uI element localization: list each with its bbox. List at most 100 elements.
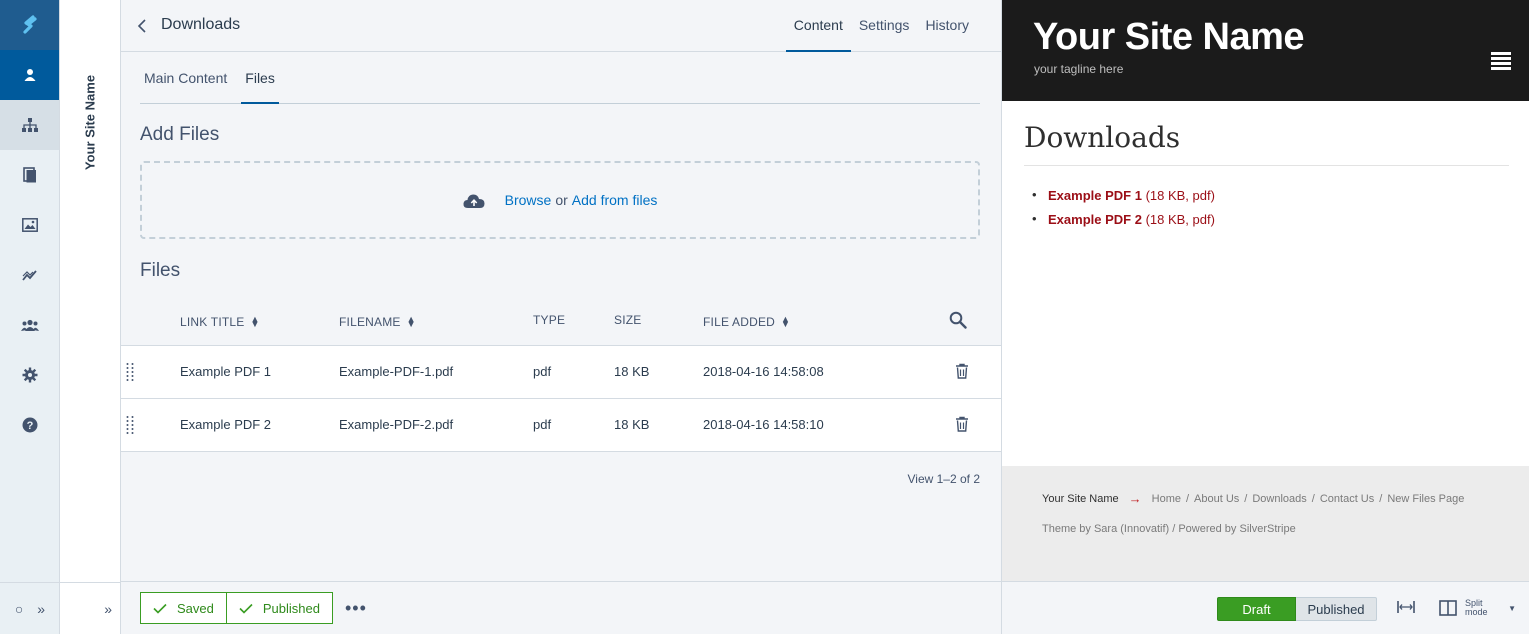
- page-title: Downloads: [161, 16, 241, 33]
- tab-settings[interactable]: Settings: [851, 0, 918, 52]
- download-meta: (18 KB, pdf): [1145, 188, 1215, 203]
- menu-help[interactable]: ?: [0, 400, 59, 450]
- site-name-vertical[interactable]: Your Site Name: [80, 70, 100, 180]
- cell-filename: Example-PDF-1.pdf: [339, 364, 454, 379]
- security-icon: [20, 319, 39, 331]
- add-files-heading: Add Files: [140, 124, 220, 145]
- saved-label: Saved: [177, 600, 214, 616]
- cell-size: 18 KB: [614, 417, 650, 432]
- site-tree-icon: [21, 118, 38, 132]
- saved-button[interactable]: Saved: [140, 592, 227, 624]
- editor-tabs: Content Settings History: [785, 0, 977, 52]
- table-header: LINK TITLE ▲ ▼ FILENAME ▲ ▼ TYPE SIZE FILE…: [121, 294, 1001, 346]
- hamburger-menu-icon[interactable]: [1491, 52, 1511, 72]
- footer-link-home[interactable]: Home: [1152, 493, 1181, 505]
- footer-link-about[interactable]: About Us: [1194, 493, 1239, 505]
- split-mode-button[interactable]: Split mode: [1439, 599, 1488, 617]
- sort-icon: ▲ ▼: [250, 314, 260, 329]
- list-item[interactable]: Example PDF 1 (18 KB, pdf): [1032, 187, 1215, 203]
- editor-actions: Saved Published •••: [121, 581, 1001, 634]
- footer-site-name[interactable]: Your Site Name: [1042, 493, 1119, 505]
- cell-size: 18 KB: [614, 364, 650, 379]
- col-link-title-label: LINK TITLE: [180, 315, 245, 329]
- split-view-icon: [1439, 600, 1457, 616]
- menu-pages[interactable]: [0, 50, 59, 100]
- published-mode-button[interactable]: Published: [1296, 597, 1377, 621]
- back-button[interactable]: [137, 16, 151, 36]
- chevron-down-icon[interactable]: ▼: [1508, 604, 1516, 613]
- col-file-added[interactable]: FILE ADDED ▲ ▼: [703, 315, 790, 330]
- preview-download-list: Example PDF 1 (18 KB, pdf) Example PDF 2…: [1032, 187, 1215, 236]
- or-text: or: [555, 192, 568, 208]
- files-heading: Files: [140, 260, 181, 281]
- settings-icon: [22, 367, 37, 383]
- cloud-upload-icon: [463, 194, 485, 208]
- chevron-left-icon: [137, 19, 146, 33]
- menu-files[interactable]: [0, 150, 59, 200]
- pagination-summary: View 1–2 of 2: [907, 472, 981, 486]
- preview-size-icon[interactable]: [1397, 600, 1415, 614]
- subtab-main-content[interactable]: Main Content: [140, 52, 231, 104]
- file-dropzone[interactable]: Browse or Add from files: [140, 161, 980, 239]
- table-row[interactable]: Example PDF 2 Example-PDF-2.pdf pdf 18 K…: [121, 399, 1001, 452]
- split-label-2: mode: [1465, 607, 1488, 617]
- tab-history[interactable]: History: [917, 0, 977, 52]
- menu-reports[interactable]: [0, 250, 59, 300]
- silverstripe-logo[interactable]: [0, 0, 59, 50]
- preview-site-header: Your Site Name your tagline here: [1002, 0, 1529, 101]
- expand-tree-button[interactable]: »: [104, 601, 112, 617]
- footer-nav: Your Site Name → Home / About Us / Downloa…: [1042, 491, 1465, 506]
- col-filename[interactable]: FILENAME ▲ ▼: [339, 314, 416, 330]
- tree-footer: »: [60, 582, 120, 634]
- menu-site-tree[interactable]: [0, 100, 59, 150]
- search-icon[interactable]: [949, 311, 967, 329]
- browse-link[interactable]: Browse: [505, 192, 552, 208]
- cms-app: ? ○ » Your Site Name » Downloads Content…: [0, 0, 1529, 634]
- preview-page-title: Downloads: [1024, 121, 1181, 154]
- cell-title: Example PDF 1: [180, 364, 272, 379]
- content-subtabs: Main Content Files: [140, 52, 980, 104]
- list-item[interactable]: Example PDF 2 (18 KB, pdf): [1032, 211, 1215, 227]
- trash-icon[interactable]: [955, 363, 969, 379]
- menu-security[interactable]: [0, 300, 59, 350]
- published-button[interactable]: Published: [226, 592, 333, 624]
- drag-handle-icon[interactable]: [125, 415, 135, 435]
- cell-type: pdf: [533, 417, 552, 432]
- draft-mode-button[interactable]: Draft: [1217, 597, 1296, 621]
- drag-handle-icon[interactable]: [125, 362, 135, 382]
- check-icon: [239, 603, 253, 614]
- footer-link-new-files[interactable]: New Files Page: [1387, 493, 1464, 505]
- add-from-files-link[interactable]: Add from files: [572, 192, 658, 208]
- arrow-right-icon: →: [1128, 491, 1142, 506]
- footer-link-contact[interactable]: Contact Us: [1320, 493, 1374, 505]
- footer-link-downloads[interactable]: Downloads: [1252, 493, 1306, 505]
- col-file-added-label: FILE ADDED: [703, 315, 776, 329]
- subtab-files[interactable]: Files: [241, 52, 279, 104]
- download-meta: (18 KB, pdf): [1145, 212, 1215, 227]
- trash-icon[interactable]: [955, 416, 969, 432]
- expand-menu-button[interactable]: »: [37, 601, 45, 617]
- menu-settings[interactable]: [0, 350, 59, 400]
- menu-images[interactable]: [0, 200, 59, 250]
- svg-text:?: ?: [26, 420, 33, 432]
- download-link[interactable]: Example PDF 2: [1048, 212, 1142, 227]
- site-name-label: Your Site Name: [82, 74, 98, 171]
- preview-site-name[interactable]: Your Site Name: [1033, 16, 1305, 59]
- edit-form: Downloads Content Settings History Main …: [121, 0, 1001, 634]
- sort-icon: ▲ ▼: [406, 314, 416, 329]
- publish-state-group: Saved Published: [140, 592, 333, 624]
- tab-content[interactable]: Content: [785, 0, 851, 52]
- more-options-button[interactable]: •••: [345, 598, 367, 619]
- preview-footer: Your Site Name → Home / About Us / Downloa…: [1002, 466, 1529, 581]
- rail-footer: ○ »: [0, 582, 60, 634]
- status-circle-icon[interactable]: ○: [15, 601, 23, 617]
- download-link[interactable]: Example PDF 1: [1048, 188, 1142, 203]
- cell-type: pdf: [533, 364, 552, 379]
- col-link-title[interactable]: LINK TITLE ▲ ▼: [180, 314, 260, 330]
- table-row[interactable]: Example PDF 1 Example-PDF-1.pdf pdf 18 K…: [121, 346, 1001, 399]
- images-icon: [21, 218, 38, 232]
- check-icon: [153, 603, 167, 614]
- cell-filename: Example-PDF-2.pdf: [339, 417, 454, 432]
- footer-credit: Theme by Sara (Innovatif) / Powered by S…: [1042, 523, 1296, 535]
- published-label: Published: [262, 600, 320, 616]
